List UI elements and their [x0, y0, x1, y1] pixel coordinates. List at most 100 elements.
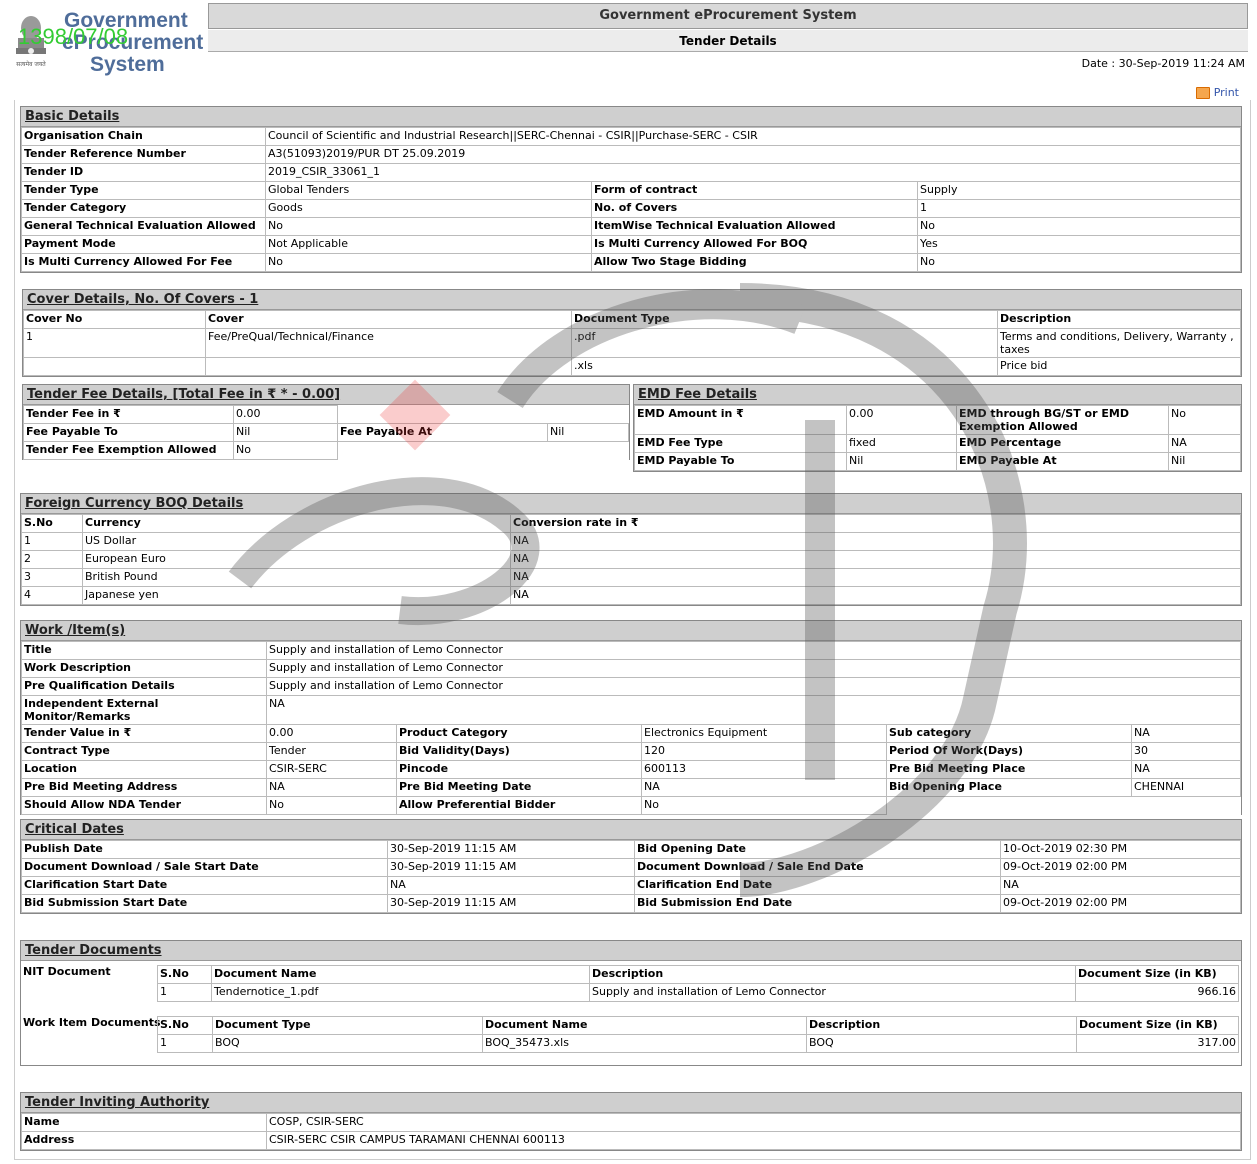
field-value: 30-Sep-2019 11:15 AM [387, 840, 635, 859]
field-label: Bid Submission Start Date [21, 894, 388, 913]
table-row: 3 British Pound NA [21, 568, 1241, 587]
field-value: NA [1131, 724, 1241, 743]
table-cell: US Dollar [82, 532, 511, 551]
field-value: Supply [917, 181, 1241, 200]
table-row: 1 US Dollar NA [21, 532, 1241, 551]
table-cell: 966.16 [1075, 983, 1239, 1002]
field-label: Address [21, 1131, 267, 1150]
field-value: Global Tenders [265, 181, 592, 200]
field-value: No [641, 796, 887, 815]
field-value: 09-Oct-2019 02:00 PM [1000, 894, 1241, 913]
table-row: Tender Reference Number A3(51093)2019/PUR… [21, 145, 1241, 164]
table-cell: British Pound [82, 568, 511, 587]
field-label: Product Category [396, 724, 642, 743]
column-header: Description [997, 310, 1241, 329]
table-cell: Price bid [997, 357, 1241, 376]
field-label: Bid Opening Date [634, 840, 1001, 859]
field-value: 1 [917, 199, 1241, 218]
field-value: 0.00 [266, 724, 397, 743]
table-cell: 1 [157, 983, 212, 1002]
table-cell: 317.00 [1076, 1034, 1239, 1053]
field-label: Tender Type [21, 181, 266, 200]
nit-document-table: S.No Document Name Description Document Siz… [157, 965, 1239, 1002]
table-cell: NA [510, 550, 1241, 569]
field-label: Bid Validity(Days) [396, 742, 642, 761]
table-row: Pre Bid Meeting Address NA Pre Bid Meeting… [21, 778, 1241, 797]
field-value: 600113 [641, 760, 887, 779]
table-row: Tender Type Global Tenders Form of contrac… [21, 181, 1241, 200]
column-header: Document Name [211, 965, 590, 984]
table-cell: Tendernotice_1.pdf [211, 983, 590, 1002]
field-value: CSIR-SERC CSIR CAMPUS TARAMANI CHENNAI 6… [266, 1131, 1241, 1150]
table-row: 1 Fee/PreQual/Technical/Finance .pdf Terms … [23, 328, 1241, 358]
basic-details-title: Basic Details [21, 107, 1241, 127]
field-label: Pre Bid Meeting Date [396, 778, 642, 797]
field-label: Clarification Start Date [21, 876, 388, 895]
table-row: Should Allow NDA Tender No Allow Preferent… [21, 796, 1241, 815]
emd-fee-table: EMD Amount in ₹0.00 EMD through BG/ST or … [634, 405, 1241, 471]
table-row: Bid Submission Start Date 30-Sep-2019 11:… [21, 894, 1241, 913]
payable-to-label: Fee Payable To [23, 423, 234, 442]
field-label: Name [21, 1113, 267, 1132]
field-value: 2019_CSIR_33061_1 [265, 163, 1241, 182]
field-label: Publish Date [21, 840, 388, 859]
tender-authority-title: Tender Inviting Authority [21, 1093, 1241, 1113]
field-value: Supply and installation of Lemo Connecto… [266, 641, 1241, 660]
field-label: Pre Qualification Details [21, 677, 267, 696]
column-header: Document Size (in KB) [1075, 965, 1239, 984]
basic-details-table: Organisation Chain Council of Scientific … [21, 127, 1241, 272]
table-row: EMD Fee Type fixed EMD Percentage NA [634, 434, 1241, 453]
table-row: Pre Qualification Details Supply and inst… [21, 677, 1241, 696]
field-label: Should Allow NDA Tender [21, 796, 267, 815]
table-cell: 3 [21, 568, 83, 587]
print-button[interactable]: Print [1195, 86, 1239, 99]
svg-text:सत्यमेव जयते: सत्यमेव जयते [16, 60, 46, 68]
field-value: fixed [846, 434, 957, 453]
table-cell: BOQ [806, 1034, 1077, 1053]
table-row: Address CSIR-SERC CSIR CAMPUS TARAMANI CH… [21, 1131, 1241, 1150]
table-cell: NA [510, 586, 1241, 605]
fee-in-value: 0.00 [233, 405, 338, 424]
tender-documents-title: Tender Documents [21, 941, 1241, 961]
column-header: Document Type [212, 1016, 483, 1035]
table-row: General Technical Evaluation Allowed No It… [21, 217, 1241, 236]
field-value: 30-Sep-2019 11:15 AM [387, 858, 635, 877]
field-value: Nil [846, 452, 957, 471]
table-cell: Supply and installation of Lemo Connecto… [589, 983, 1076, 1002]
field-value: No [266, 796, 397, 815]
column-header: S.No [21, 514, 83, 533]
field-label: Tender Reference Number [21, 145, 266, 164]
field-value: No [265, 253, 592, 272]
foreign-currency-title: Foreign Currency BOQ Details [21, 494, 1241, 514]
field-value: Yes [917, 235, 1241, 254]
field-label: Work Description [21, 659, 267, 678]
field-value: Goods [265, 199, 592, 218]
table-cell: 1 [23, 328, 206, 358]
field-label: Document Download / Sale End Date [634, 858, 1001, 877]
table-row: Name COSP, CSIR-SERC [21, 1113, 1241, 1132]
column-header: Description [589, 965, 1076, 984]
date-text: Date : 30-Sep-2019 11:24 AM [1081, 57, 1245, 70]
field-label: EMD Fee Type [634, 434, 847, 453]
table-cell: BOQ [212, 1034, 483, 1053]
field-value: 120 [641, 742, 887, 761]
fee-in-label: Tender Fee in ₹ [23, 405, 234, 424]
field-value: Electronics Equipment [641, 724, 887, 743]
column-header: S.No [157, 1016, 213, 1035]
table-row: Work Description Supply and installation … [21, 659, 1241, 678]
field-label: Sub category [886, 724, 1132, 743]
tender-fee-title: Tender Fee Details, [Total Fee in ₹ * - … [23, 385, 629, 405]
field-label: Pre Bid Meeting Address [21, 778, 267, 797]
table-row: Organisation Chain Council of Scientific … [21, 127, 1241, 146]
table-row: Independent External Monitor/Remarks NA [21, 695, 1241, 725]
field-label: Payment Mode [21, 235, 266, 254]
table-cell: 1 [21, 532, 83, 551]
field-label: Location [21, 760, 267, 779]
field-value: No [265, 217, 592, 236]
foreign-currency-panel: Foreign Currency BOQ Details S.No Currenc… [20, 493, 1242, 606]
field-label: ItemWise Technical Evaluation Allowed [591, 217, 918, 236]
field-value: 09-Oct-2019 02:00 PM [1000, 858, 1241, 877]
table-row: Title Supply and installation of Lemo Con… [21, 641, 1241, 660]
field-label: Pincode [396, 760, 642, 779]
field-value: Supply and installation of Lemo Connecto… [266, 659, 1241, 678]
